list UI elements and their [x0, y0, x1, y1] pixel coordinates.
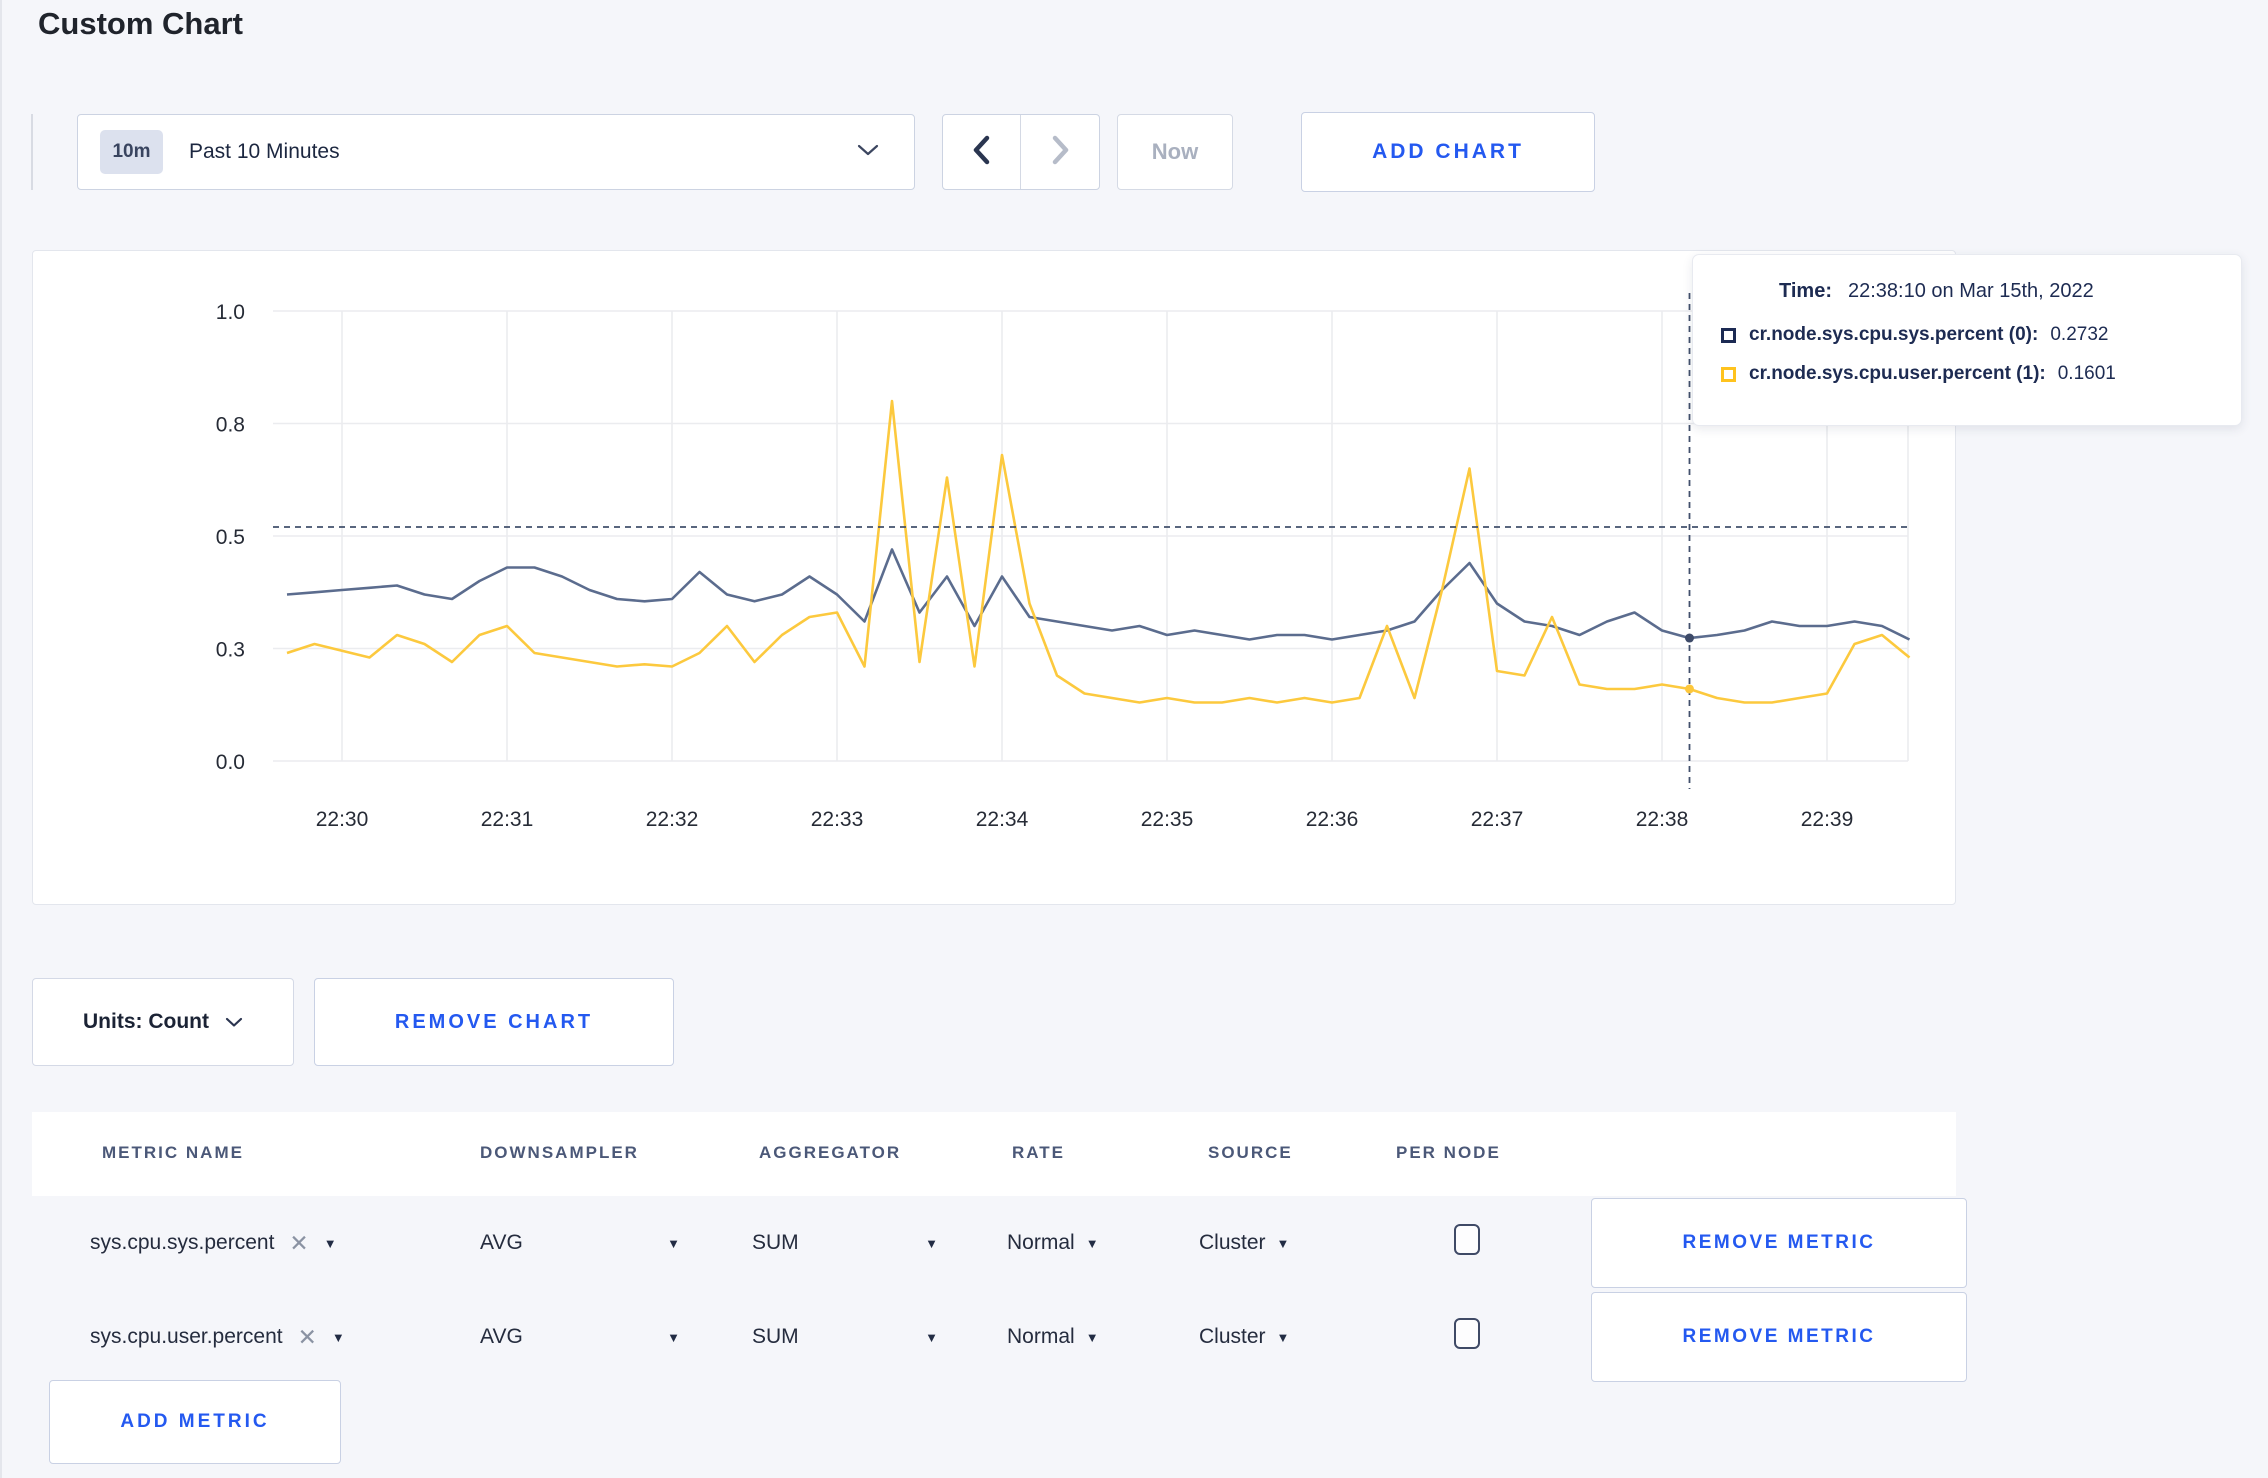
- dropdown-arrow-icon: ▼: [1085, 1235, 1099, 1251]
- per-node-checkbox[interactable]: [1454, 1224, 1480, 1255]
- x-axis-tick-label: 22:31: [481, 808, 534, 831]
- dropdown-arrow-icon: ▼: [1276, 1235, 1290, 1251]
- series-swatch-user: [1721, 366, 1736, 382]
- dropdown-arrow-icon: ▼: [667, 1235, 680, 1251]
- crosshair-dot: [1685, 633, 1694, 643]
- x-axis-tick-label: 22:38: [1636, 808, 1689, 831]
- dropdown-arrow-icon: ▼: [925, 1329, 938, 1345]
- per-node-checkbox[interactable]: [1454, 1318, 1480, 1349]
- x-axis-tick-label: 22:37: [1471, 808, 1524, 831]
- series-swatch-sys: [1721, 327, 1736, 343]
- aggregator-value: SUM: [752, 1325, 799, 1348]
- aggregator-select[interactable]: SUM ▼: [752, 1231, 938, 1255]
- remove-chart-button[interactable]: REMOVE CHART: [314, 978, 674, 1066]
- downsampler-select[interactable]: AVG ▼: [480, 1231, 680, 1255]
- time-range-select[interactable]: 10m Past 10 Minutes: [77, 114, 915, 190]
- series-line: [286, 548, 1911, 641]
- toolbar-divider: [31, 114, 33, 190]
- metric-name-value: sys.cpu.user.percent: [90, 1325, 283, 1348]
- dropdown-arrow-icon: ▼: [667, 1329, 680, 1345]
- y-axis-tick-label: 0.0: [216, 751, 245, 774]
- tooltip-series-label: cr.node.sys.cpu.sys.percent (0):: [1749, 324, 2039, 345]
- remove-metric-button[interactable]: REMOVE METRIC: [1591, 1198, 1967, 1288]
- rate-value: Normal: [1007, 1231, 1075, 1254]
- metrics-table-header: METRIC NAME DOWNSAMPLER AGGREGATOR RATE …: [32, 1112, 1956, 1196]
- prev-interval-button[interactable]: [943, 115, 1021, 189]
- downsampler-select[interactable]: AVG ▼: [480, 1325, 680, 1349]
- time-range-label: Past 10 Minutes: [189, 140, 340, 163]
- x-axis-tick-label: 22:33: [811, 808, 864, 831]
- x-axis-tick-label: 22:35: [1141, 808, 1194, 831]
- tooltip-time-value: 22:38:10 on Mar 15th, 2022: [1847, 280, 2094, 302]
- source-value: Cluster: [1199, 1325, 1266, 1348]
- metric-name-select[interactable]: sys.cpu.sys.percent ✕ ▼: [90, 1231, 337, 1255]
- chart-card: 0.0 0.3 0.5 0.8 1.0 22:30 22:31 22:32 22:33 22:34…: [32, 250, 1956, 905]
- tooltip-time-label: Time:: [1779, 280, 1832, 302]
- tooltip-series-row: cr.node.sys.cpu.user.percent (1): 0.1601: [1721, 363, 2213, 385]
- next-interval-button[interactable]: [1021, 115, 1099, 189]
- rate-select[interactable]: Normal ▼: [1007, 1325, 1099, 1349]
- now-button[interactable]: Now: [1117, 114, 1233, 190]
- tooltip-series-label: cr.node.sys.cpu.user.percent (1):: [1749, 363, 2046, 384]
- add-metric-button[interactable]: ADD METRIC: [49, 1380, 341, 1464]
- metric-name-select[interactable]: sys.cpu.user.percent ✕ ▼: [90, 1325, 345, 1349]
- column-header-per-node: PER NODE: [1396, 1143, 1501, 1162]
- add-chart-button[interactable]: ADD CHART: [1301, 112, 1595, 192]
- chart-tooltip: Time: 22:38:10 on Mar 15th, 2022 cr.node…: [1692, 254, 2242, 426]
- rate-select[interactable]: Normal ▼: [1007, 1231, 1099, 1255]
- aggregator-value: SUM: [752, 1231, 799, 1254]
- chevron-right-icon: [1046, 133, 1074, 172]
- units-select[interactable]: Units: Count: [32, 978, 294, 1066]
- page-title: Custom Chart: [38, 6, 243, 41]
- metric-name-value: sys.cpu.sys.percent: [90, 1231, 275, 1254]
- x-axis-tick-label: 22:36: [1306, 808, 1359, 831]
- chevron-left-icon: [968, 133, 996, 172]
- column-header-rate: RATE: [1012, 1143, 1066, 1162]
- source-select[interactable]: Cluster ▼: [1199, 1325, 1289, 1349]
- series-line: [286, 399, 1911, 704]
- source-value: Cluster: [1199, 1231, 1266, 1254]
- metric-row: sys.cpu.sys.percent ✕ ▼ AVG ▼ SUM ▼ Norm…: [32, 1196, 1967, 1290]
- units-label: Units: Count: [83, 1010, 209, 1033]
- y-axis-tick-label: 0.3: [216, 639, 245, 662]
- chart-plot[interactable]: 0.0 0.3 0.5 0.8 1.0 22:30 22:31 22:32 22:33 22:34…: [33, 251, 1957, 906]
- remove-metric-button[interactable]: REMOVE METRIC: [1591, 1292, 1967, 1382]
- aggregator-select[interactable]: SUM ▼: [752, 1325, 938, 1349]
- source-select[interactable]: Cluster ▼: [1199, 1231, 1289, 1255]
- time-range-badge: 10m: [100, 130, 163, 174]
- column-header-metric-name: METRIC NAME: [102, 1143, 244, 1162]
- crosshair-dot: [1685, 684, 1694, 694]
- column-header-source: SOURCE: [1208, 1143, 1293, 1162]
- chevron-down-icon: [225, 1017, 243, 1027]
- metric-row: sys.cpu.user.percent ✕ ▼ AVG ▼ SUM ▼ Nor…: [32, 1290, 1967, 1384]
- downsampler-value: AVG: [480, 1231, 523, 1254]
- x-axis-tick-label: 22:39: [1801, 808, 1854, 831]
- column-header-downsampler: DOWNSAMPLER: [480, 1143, 639, 1162]
- tooltip-series-value: 0.2732: [2050, 324, 2109, 345]
- clear-metric-icon[interactable]: ✕: [298, 1325, 317, 1349]
- tooltip-series-value: 0.1601: [2057, 363, 2116, 384]
- dropdown-arrow-icon: ▼: [331, 1329, 345, 1345]
- dropdown-arrow-icon: ▼: [323, 1235, 337, 1251]
- x-axis-tick-label: 22:34: [976, 808, 1029, 831]
- dropdown-arrow-icon: ▼: [1276, 1329, 1290, 1345]
- y-axis-tick-label: 0.5: [216, 526, 245, 549]
- tooltip-series-row: cr.node.sys.cpu.sys.percent (0): 0.2732: [1721, 324, 2213, 346]
- dropdown-arrow-icon: ▼: [925, 1235, 938, 1251]
- y-axis-tick-label: 0.8: [216, 414, 245, 437]
- downsampler-value: AVG: [480, 1325, 523, 1348]
- x-axis-tick-label: 22:30: [316, 808, 369, 831]
- column-header-aggregator: AGGREGATOR: [759, 1143, 902, 1162]
- dropdown-arrow-icon: ▼: [1085, 1329, 1099, 1345]
- x-axis-tick-label: 22:32: [646, 808, 699, 831]
- y-axis-tick-label: 1.0: [216, 301, 245, 324]
- time-step-group: [942, 114, 1100, 190]
- chevron-down-icon: [856, 143, 880, 162]
- rate-value: Normal: [1007, 1325, 1075, 1348]
- clear-metric-icon[interactable]: ✕: [289, 1231, 308, 1255]
